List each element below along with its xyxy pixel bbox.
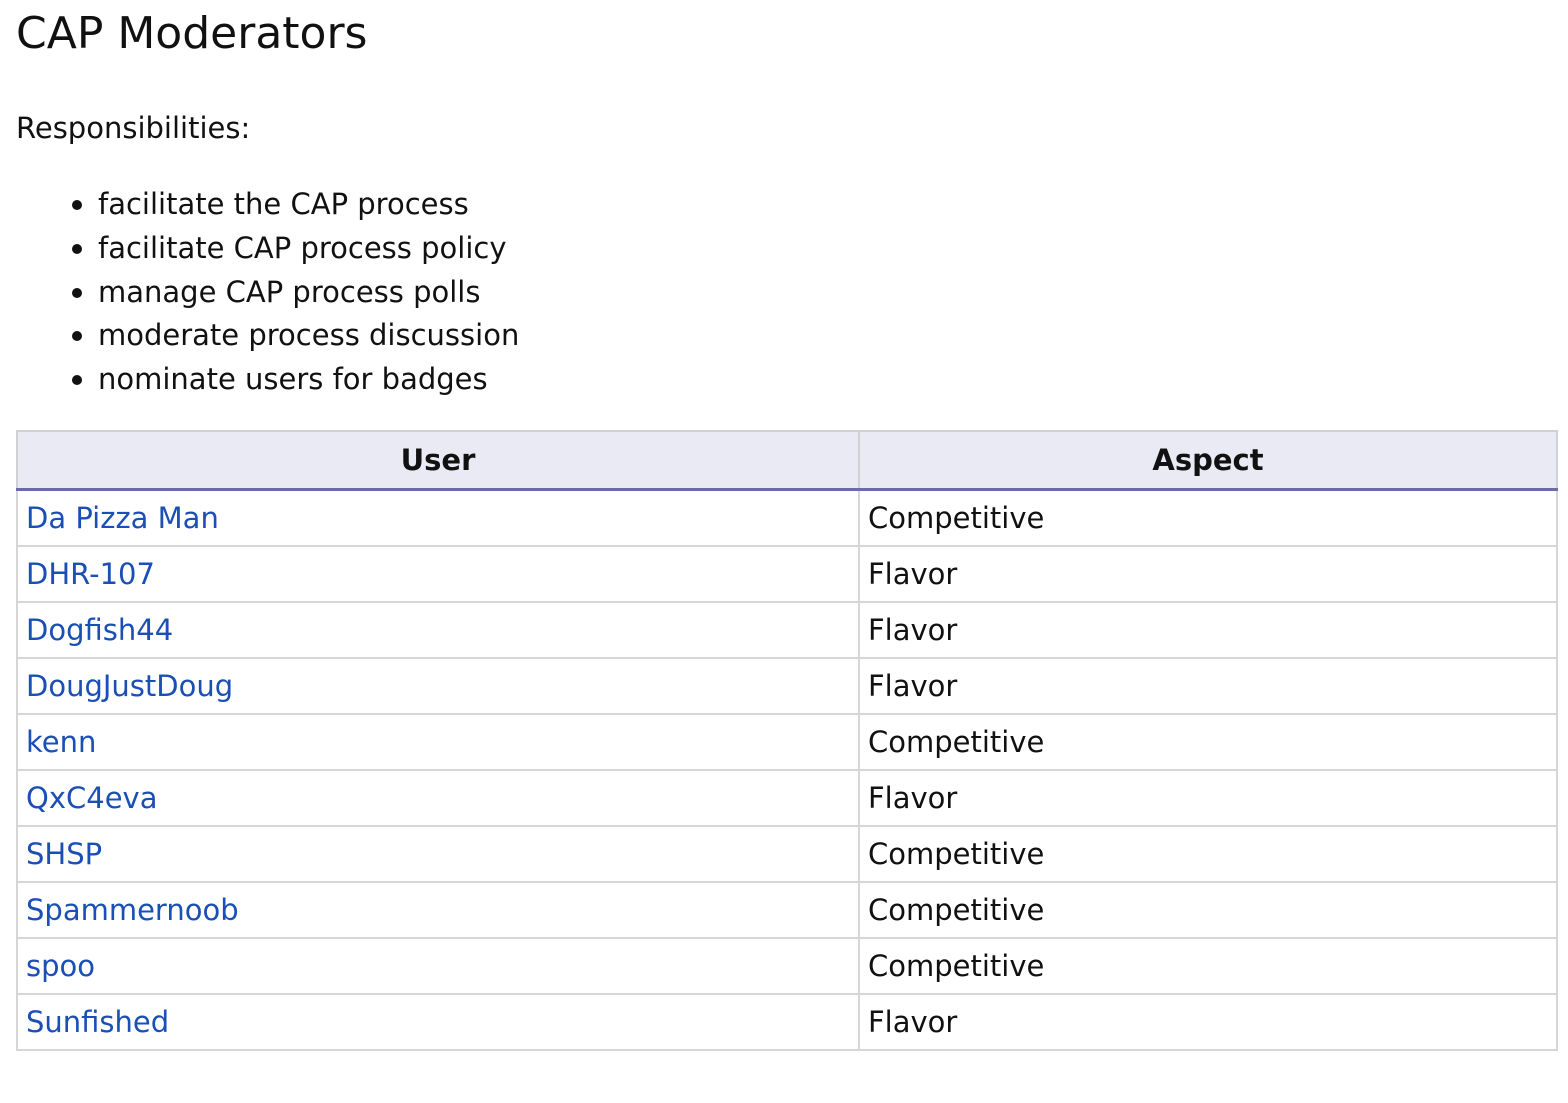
- user-cell: SHSP: [16, 825, 860, 883]
- column-header-user[interactable]: User: [16, 430, 860, 491]
- responsibilities-list: facilitate the CAP process facilitate CA…: [16, 183, 519, 402]
- list-item: manage CAP process polls: [71, 271, 519, 315]
- user-link[interactable]: kenn: [26, 725, 96, 759]
- table-row: QxC4eva Flavor: [16, 769, 1558, 827]
- user-link[interactable]: SHSP: [26, 837, 102, 871]
- aspect-cell: Flavor: [858, 601, 1558, 659]
- user-link[interactable]: Sunfished: [26, 1005, 169, 1039]
- aspect-cell: Competitive: [858, 713, 1558, 771]
- table-row: Dogfish44 Flavor: [16, 601, 1558, 659]
- list-item: facilitate CAP process policy: [71, 227, 519, 271]
- list-item: nominate users for badges: [71, 358, 519, 402]
- user-cell: Da Pizza Man: [16, 488, 860, 547]
- user-cell: Spammernoob: [16, 881, 860, 939]
- user-cell: DougJustDoug: [16, 657, 860, 715]
- table-row: Sunfished Flavor: [16, 993, 1558, 1051]
- aspect-cell: Competitive: [858, 937, 1558, 995]
- aspect-cell: Flavor: [858, 545, 1558, 603]
- aspect-cell: Competitive: [858, 881, 1558, 939]
- responsibilities-label: Responsibilities:: [16, 111, 251, 145]
- aspect-cell: Flavor: [858, 769, 1558, 827]
- user-cell: DHR-107: [16, 545, 860, 603]
- aspect-cell: Competitive: [858, 488, 1558, 547]
- user-cell: spoo: [16, 937, 860, 995]
- user-cell: Dogfish44: [16, 601, 860, 659]
- user-link[interactable]: QxC4eva: [26, 781, 157, 815]
- list-item: moderate process discussion: [71, 314, 519, 358]
- aspect-cell: Competitive: [858, 825, 1558, 883]
- user-link[interactable]: Spammernoob: [26, 893, 239, 927]
- user-link[interactable]: DougJustDoug: [26, 669, 233, 703]
- user-cell: QxC4eva: [16, 769, 860, 827]
- aspect-cell: Flavor: [858, 993, 1558, 1051]
- user-cell: kenn: [16, 713, 860, 771]
- table-row: DougJustDoug Flavor: [16, 657, 1558, 715]
- list-item: facilitate the CAP process: [71, 183, 519, 227]
- table-row: SHSP Competitive: [16, 825, 1558, 883]
- page-title: CAP Moderators: [16, 8, 368, 59]
- user-link[interactable]: DHR-107: [26, 557, 155, 591]
- page-content: CAP Moderators Responsibilities: facilit…: [16, 0, 1558, 1051]
- table-header-row: User Aspect: [16, 430, 1558, 491]
- table-row: DHR-107 Flavor: [16, 545, 1558, 603]
- user-link[interactable]: Dogfish44: [26, 613, 173, 647]
- aspect-cell: Flavor: [858, 657, 1558, 715]
- table-row: Da Pizza Man Competitive: [16, 488, 1558, 547]
- table-row: kenn Competitive: [16, 713, 1558, 771]
- user-link[interactable]: Da Pizza Man: [26, 501, 219, 535]
- user-link[interactable]: spoo: [26, 949, 95, 983]
- table-row: spoo Competitive: [16, 937, 1558, 995]
- user-cell: Sunfished: [16, 993, 860, 1051]
- moderators-table: User Aspect Da Pizza Man Competitive DHR…: [16, 430, 1558, 1051]
- table-row: Spammernoob Competitive: [16, 881, 1558, 939]
- column-header-aspect[interactable]: Aspect: [858, 430, 1558, 491]
